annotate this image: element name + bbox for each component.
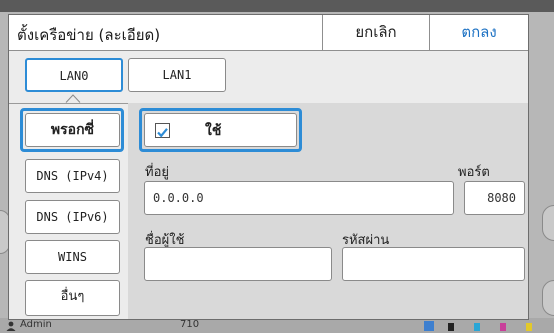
background-right-button-lower	[542, 280, 554, 316]
ink-icon	[474, 323, 480, 331]
selected-tab-indicator-icon	[65, 94, 81, 103]
ink-icon	[448, 323, 454, 331]
sidebar-item-dns-ipv6[interactable]: DNS (IPv6)	[25, 200, 120, 234]
password-field[interactable]	[342, 247, 525, 281]
address-label: ที่อยู่	[145, 165, 169, 180]
sidebar-item-dns-ipv4[interactable]: DNS (IPv4)	[25, 159, 120, 193]
username-field[interactable]	[144, 247, 332, 281]
use-proxy-toggle[interactable]: ใช้	[144, 113, 297, 147]
tab-lan0[interactable]: LAN0	[25, 58, 123, 92]
port-label: พอร์ต	[458, 165, 490, 180]
sidebar-item-wins[interactable]: WINS	[25, 240, 120, 274]
ink-icon	[526, 323, 532, 331]
ink-icon	[500, 323, 506, 331]
cancel-button[interactable]: ยกเลิก	[322, 15, 429, 50]
sidebar-item-other[interactable]: อื่นๆ	[25, 280, 120, 316]
user-icon	[6, 321, 16, 331]
dialog-title: ตั้งเครือข่าย (ละเอียด)	[17, 26, 161, 44]
address-field[interactable]: 0.0.0.0	[144, 181, 454, 215]
status-user-label: Admin	[20, 319, 52, 330]
background-status-bar: Admin 710	[0, 318, 554, 333]
background-right-button	[542, 205, 554, 241]
port-field[interactable]: 8080	[464, 181, 525, 215]
dialog-body: LAN0 LAN1 พรอกซี่ DNS (IPv4) DNS (IPv6) …	[9, 51, 528, 319]
status-count: 710	[180, 319, 200, 330]
ok-button[interactable]: ตกลง	[429, 15, 528, 50]
checkbox[interactable]	[155, 123, 170, 138]
background-top-bar	[0, 0, 554, 12]
network-settings-dialog: ตั้งเครือข่าย (ละเอียด) ยกเลิก ตกลง LAN0…	[8, 14, 529, 320]
sidebar-item-proxy[interactable]: พรอกซี่	[25, 113, 120, 147]
ink-icon	[424, 321, 434, 331]
use-proxy-label: ใช้	[205, 123, 222, 139]
dialog-header: ตั้งเครือข่าย (ละเอียด) ยกเลิก ตกลง	[9, 15, 528, 51]
tab-lan1[interactable]: LAN1	[128, 58, 226, 92]
checkmark-icon	[157, 128, 168, 138]
